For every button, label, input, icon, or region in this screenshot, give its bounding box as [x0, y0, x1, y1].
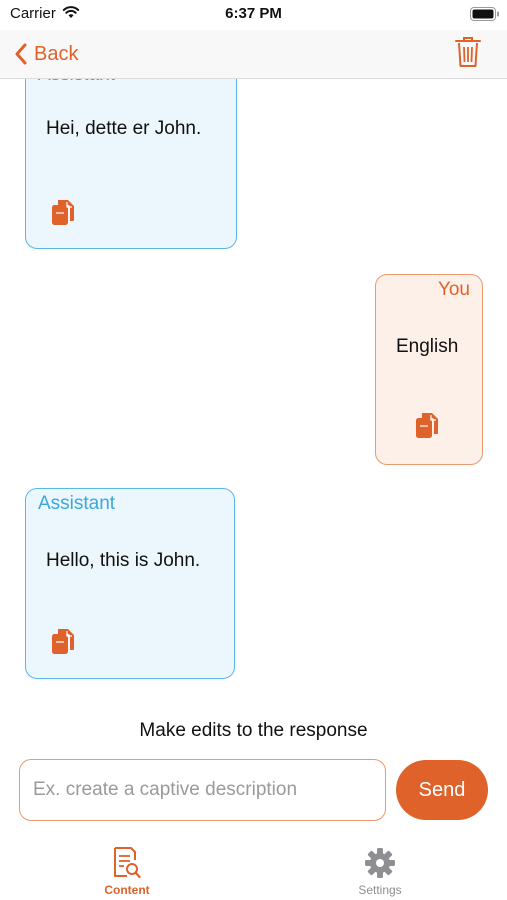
message-role-label: Assistant	[38, 79, 115, 86]
edit-request-input[interactable]	[19, 759, 386, 821]
assistant-message-bubble: Assistant Hello, this is John.	[25, 488, 235, 679]
copy-icon[interactable]	[51, 628, 75, 656]
chat-thread[interactable]: Assistant Hei, dette er John. You Englis…	[0, 79, 507, 719]
copy-icon[interactable]	[415, 412, 439, 440]
message-text: Hei, dette er John.	[46, 118, 202, 139]
assistant-message-bubble: Assistant Hei, dette er John.	[25, 79, 237, 249]
trash-icon[interactable]	[454, 36, 482, 68]
copy-icon[interactable]	[51, 199, 75, 227]
edit-hint: Make edits to the response	[139, 720, 368, 741]
clock: 6:37 PM	[225, 5, 282, 22]
battery-icon	[470, 7, 499, 21]
message-text: Hello, this is John.	[46, 550, 201, 571]
navigation-bar: Back	[0, 30, 507, 79]
tab-bar: Content Settings	[0, 838, 507, 900]
send-button[interactable]: Send	[396, 760, 488, 820]
message-text: English	[396, 336, 459, 357]
back-button[interactable]: Back	[14, 40, 78, 68]
tab-settings[interactable]: Settings	[320, 846, 440, 897]
message-role-label: You	[437, 279, 470, 300]
tab-label: Settings	[358, 883, 402, 897]
user-message-bubble: You English	[375, 274, 483, 465]
status-bar: Carrier 6:37 PM	[0, 0, 507, 30]
document-search-icon	[114, 847, 141, 879]
back-label: Back	[34, 42, 79, 65]
message-role-label: Assistant	[38, 493, 116, 514]
gear-icon	[365, 848, 395, 878]
chevron-left-icon	[15, 43, 27, 65]
tab-content[interactable]: Content	[67, 846, 187, 897]
tab-label: Content	[104, 883, 150, 897]
